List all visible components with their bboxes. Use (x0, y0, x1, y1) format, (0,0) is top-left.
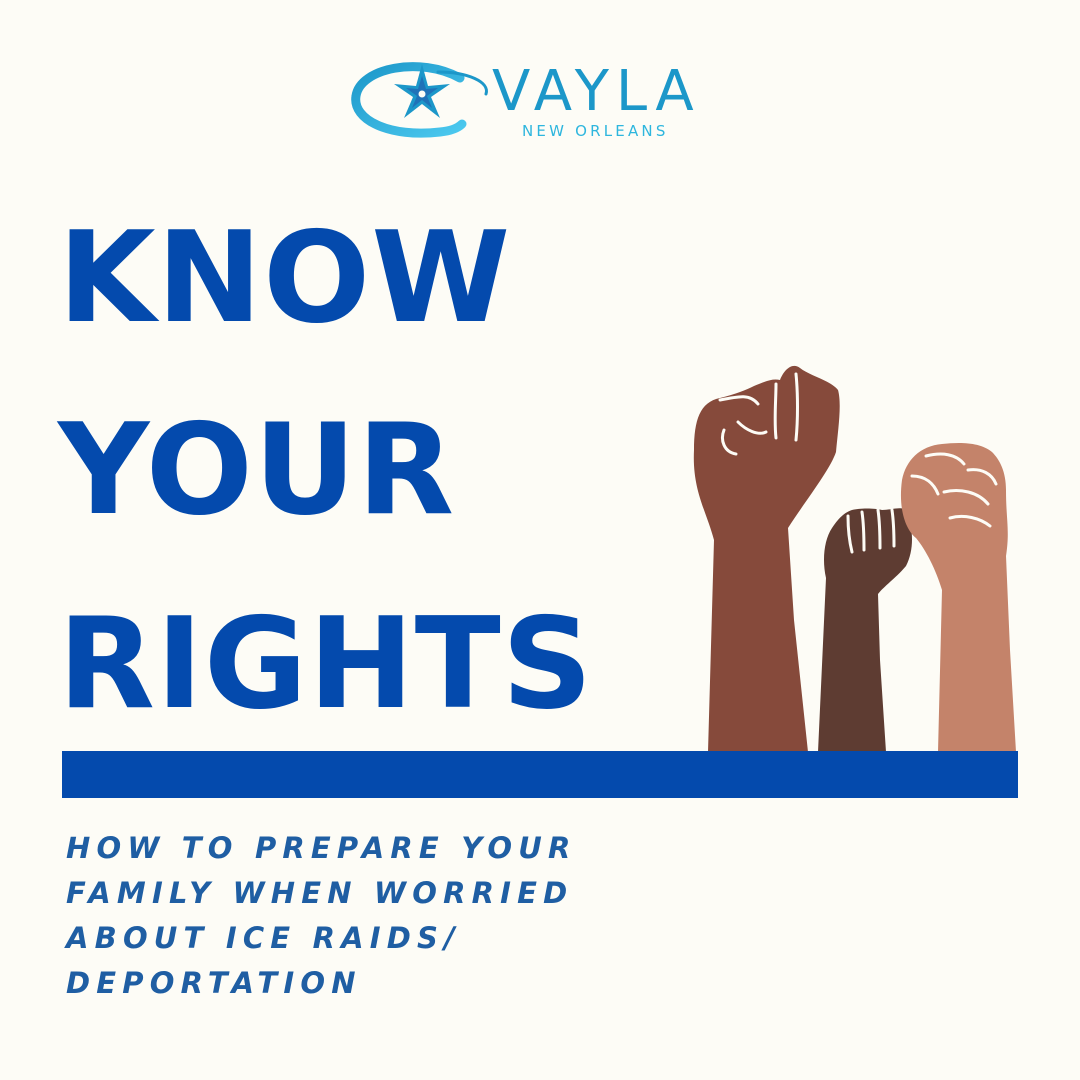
raised-fists-illustration (693, 365, 1016, 752)
logo-subtitle: NEW ORLEANS (522, 122, 669, 140)
headline-line-know: KNOW (58, 204, 512, 351)
vayla-logo: VAYLA NEW ORLEANS (350, 58, 730, 148)
subtitle: HOW TO PREPARE YOUR FAMILY WHEN WORRIED … (66, 826, 766, 1006)
subtitle-line-4: DEPORTATION (66, 966, 362, 1000)
star-orbit-icon (351, 62, 488, 138)
subtitle-line-2: FAMILY WHEN WORRIED (66, 876, 574, 910)
subtitle-line-1: HOW TO PREPARE YOUR (66, 831, 577, 865)
left-fist-icon (693, 365, 840, 752)
divider-bar (62, 751, 1018, 798)
right-fist-icon (900, 442, 1016, 752)
headline-line-your: YOUR (58, 396, 456, 543)
logo-wordmark: VAYLA (492, 59, 701, 124)
subtitle-line-3: ABOUT ICE RAIDS/ (66, 921, 461, 955)
middle-fist-icon (818, 508, 912, 752)
headline-line-rights: RIGHTS (58, 590, 594, 737)
